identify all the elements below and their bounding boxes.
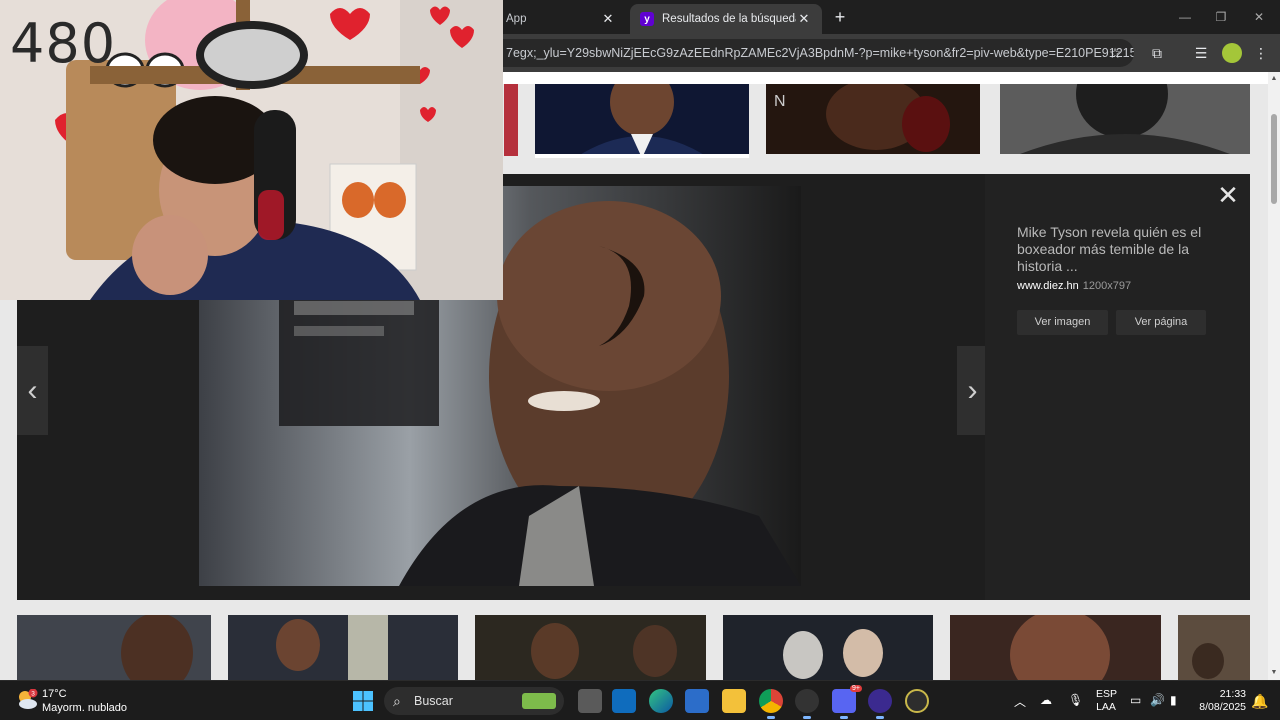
clock-date: 8/08/2025 [1199,701,1246,713]
yahoo-favicon-icon: y [640,12,654,26]
page-scrollbar[interactable]: ▲ ▼ [1268,72,1280,680]
minimize-icon[interactable]: — [1170,6,1200,28]
app-circle-icon[interactable] [868,689,892,719]
thumbnail-image[interactable] [950,615,1161,680]
scrollbar-thumb[interactable] [1271,114,1277,204]
thumbnail-image[interactable] [535,84,749,158]
thumbnail-svg [475,615,706,680]
battery-icon[interactable]: ▮ [1170,693,1177,707]
extensions-icon[interactable]: ⧉ [1148,44,1166,62]
start-button[interactable] [352,690,374,712]
thumbnail-image[interactable]: N [766,84,980,154]
thumbnail-image[interactable] [17,615,211,680]
search-placeholder: Buscar [414,694,453,708]
system-clock[interactable]: 21:33 8/08/2025 [1196,688,1246,714]
weather-badge: 3 [31,691,35,698]
thumbnail-image[interactable] [475,615,706,680]
weather-condition: Mayorm. nublado [42,702,127,714]
thumbnail-svg [1178,615,1250,680]
image-title-link[interactable]: Mike Tyson revela quién es el boxeador m… [1017,224,1217,275]
view-page-button[interactable]: Ver página [1116,310,1206,335]
thumbnail-bw-portrait-svg [1000,84,1250,154]
image-source-domain[interactable]: www.diez.hn 1200x797 [1017,280,1131,292]
bookmark-star-icon[interactable]: ☆ [1106,44,1124,62]
domain-text: www.diez.hn [1017,280,1079,292]
thumbnail-svg [950,615,1161,680]
thumbnail-svg [723,615,933,680]
close-tab-icon[interactable]: ✕ [600,11,616,27]
previous-image-button[interactable]: ‹ [17,346,48,435]
windows-taskbar: 3 17°C Mayorm. nublado ⌕ Buscar 9+ ︿ ☁ 🎙… [0,680,1280,720]
thumbnail-row-bottom [0,615,1268,680]
thumbnail-image[interactable] [1000,84,1250,154]
close-viewer-icon[interactable]: ✕ [1216,182,1240,208]
maximize-icon[interactable]: ❐ [1206,6,1236,28]
thumbnail-boxing-svg: N [766,84,980,154]
language-indicator[interactable]: ESP LAA [1096,688,1118,714]
language-line2: LAA [1096,701,1116,713]
tab-app[interactable]: App ✕ [496,4,626,34]
screen: App ✕ y Resultados de la búsqueda de ✕ +… [0,0,1280,720]
thumbnail-portrait-svg [535,84,749,158]
edge-icon[interactable] [649,689,673,713]
tab-title: Resultados de la búsqueda de [662,13,796,25]
weather-widget[interactable]: 3 [16,688,38,711]
tab-search-results[interactable]: y Resultados de la búsqueda de ✕ [630,4,822,34]
app-globe-icon[interactable] [905,689,929,713]
volume-icon[interactable]: 🔊 [1150,693,1165,707]
chevron-left-icon: ‹ [27,373,38,407]
microphone-icon[interactable]: 🎙 [1068,693,1083,707]
search-icon: ⌕ [393,693,401,709]
notification-bell-icon[interactable]: 🔔 [1251,693,1268,710]
svg-text:N: N [774,93,786,110]
store-icon[interactable] [685,689,709,713]
language-line1: ESP [1096,688,1118,700]
network-off-icon[interactable]: ☁ [1040,693,1052,707]
discord-icon[interactable]: 9+ [832,685,862,719]
view-image-button[interactable]: Ver imagen [1017,310,1108,335]
taskbar-search[interactable]: ⌕ Buscar [384,687,564,715]
windows-logo-icon [353,691,373,711]
thumbnail-image[interactable] [228,615,458,680]
address-bar[interactable]: 7egx;_ylu=Y29sbwNiZjEEcG9zAzEEdnRpZAMEc2… [480,39,1134,67]
media-controls-icon[interactable]: ☰ [1192,44,1210,62]
profile-avatar-icon[interactable] [1222,43,1242,63]
window-close-icon[interactable]: ✕ [1244,6,1274,28]
menu-kebab-icon[interactable]: ⋮ [1252,44,1270,62]
tray-chevron-up-icon[interactable]: ︿ [1014,693,1026,710]
task-view-icon[interactable] [578,689,602,713]
display-icon[interactable]: ▭ [1130,693,1141,707]
weather-temperature: 17°C [42,688,67,700]
viewer-counter: 480 [10,12,117,75]
obs-icon[interactable] [795,689,819,719]
chevron-right-icon: › [967,373,978,407]
outlook-icon[interactable] [612,689,636,713]
clock-time: 21:33 [1219,688,1246,700]
weather-cloud-icon: 3 [19,688,38,709]
url-text: 7egx;_ylu=Y29sbwNiZjEEcG9zAzEEdnRpZAMEc2… [506,46,1134,60]
scroll-up-icon[interactable]: ▲ [1268,74,1280,84]
thumbnail-svg [228,615,458,680]
thumbnail-image[interactable] [723,615,933,680]
thumbnail-svg [17,615,211,680]
thumbnail-image[interactable] [1178,615,1250,680]
search-highlight-icon [522,693,556,709]
tab-title: App [506,13,527,25]
next-image-button[interactable]: › [957,346,988,435]
webcam-overlay: 480 [0,0,503,300]
thumbnail-image[interactable] [504,84,518,156]
scroll-down-icon[interactable]: ▼ [1268,668,1280,678]
image-dimensions: 1200x797 [1082,280,1132,292]
new-tab-icon[interactable]: + [830,7,850,27]
file-explorer-icon[interactable] [722,689,746,713]
image-info-panel: ✕ Mike Tyson revela quién es el boxeador… [985,174,1250,600]
chrome-icon[interactable] [759,689,783,719]
discord-badge: 9+ [850,685,862,692]
close-tab-icon[interactable]: ✕ [796,11,812,27]
